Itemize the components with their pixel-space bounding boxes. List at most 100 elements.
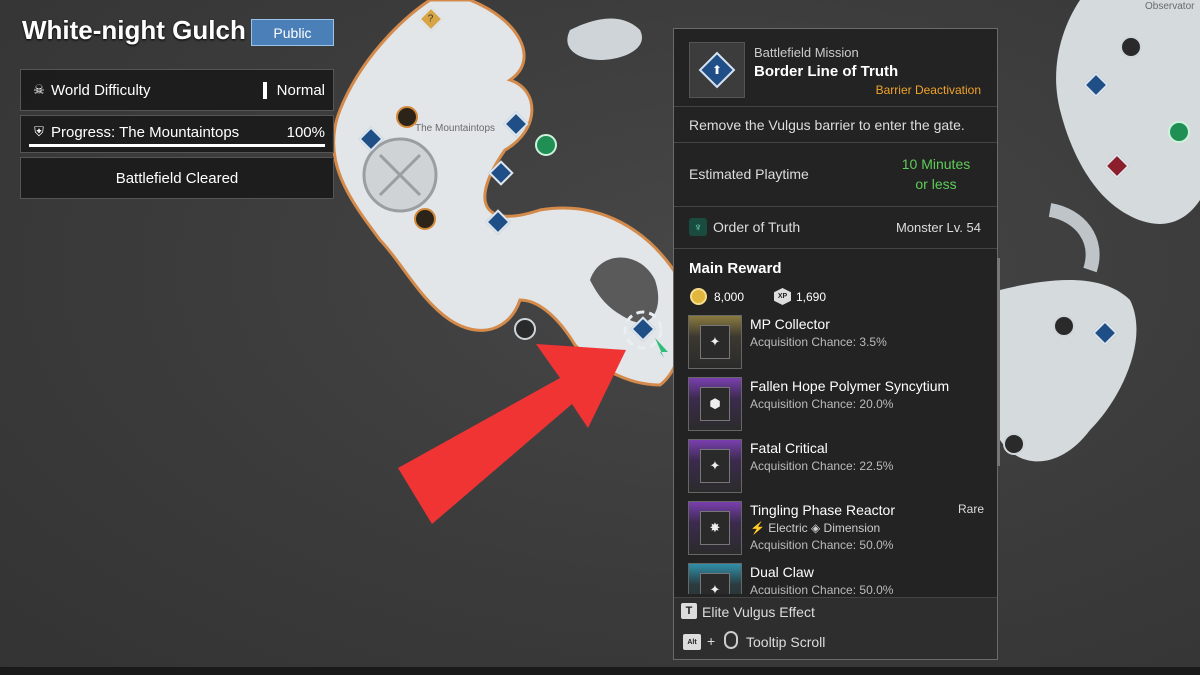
green-teleport-icon[interactable] bbox=[1168, 121, 1190, 143]
mission-marker-icon[interactable] bbox=[358, 126, 384, 152]
tooltip-scroll-hint: Tooltip Scroll bbox=[746, 634, 826, 650]
gold-reward: 8,000 bbox=[714, 290, 745, 304]
difficulty-indicator bbox=[263, 82, 267, 99]
terrain-east bbox=[1056, 0, 1200, 224]
progress-bar-fill bbox=[29, 144, 325, 147]
mouse-wheel-icon bbox=[724, 631, 738, 649]
waypoint-icon[interactable] bbox=[1120, 36, 1142, 58]
module-icon: ✦ bbox=[700, 449, 730, 483]
battlefield-cleared-button[interactable]: Battlefield Cleared bbox=[20, 157, 334, 199]
outpost-icon[interactable] bbox=[396, 106, 418, 128]
reward-name: Fallen Hope Polymer Syncytium bbox=[750, 378, 950, 394]
mission-name: Border Line of Truth bbox=[754, 63, 899, 80]
reward-tags: ⚡ Electric ◈ Dimension bbox=[750, 521, 880, 535]
region-title: White-night Gulch bbox=[22, 15, 246, 45]
mission-header: ⬆ Battlefield Mission Border Line of Tru… bbox=[674, 29, 997, 107]
reward-thumbnail: ✦ bbox=[688, 315, 742, 369]
xp-icon: XP bbox=[774, 288, 791, 305]
key-t-icon: T bbox=[681, 603, 697, 619]
reward-list[interactable]: ✦ MP Collector Acquisition Chance: 3.5% ⬢ Fa… bbox=[688, 314, 988, 594]
outpost-icon[interactable] bbox=[414, 208, 436, 230]
reward-item[interactable]: ✦ MP Collector Acquisition Chance: 3.5% bbox=[688, 314, 988, 376]
reward-thumbnail: ✸ bbox=[688, 501, 742, 555]
hostile-marker-icon[interactable] bbox=[1104, 153, 1130, 179]
playtime-value-line1: 10 Minutes bbox=[901, 156, 971, 172]
reward-item[interactable]: ✸ Tingling Phase Reactor Rare ⚡ Electric ◈ … bbox=[688, 500, 988, 562]
visibility-toggle-button[interactable]: Public bbox=[251, 19, 334, 46]
reward-thumbnail: ✦ bbox=[688, 439, 742, 493]
game-screen: The Mountaintops Observator ? White-nigh… bbox=[0, 0, 1200, 675]
reward-thumbnail: ⬢ bbox=[688, 377, 742, 431]
faction-name: Order of Truth bbox=[713, 219, 801, 235]
world-difficulty-row[interactable]: ☠ World Difficulty Normal bbox=[20, 69, 334, 111]
faction-icon: ♆ bbox=[689, 218, 707, 236]
reactor-icon: ✸ bbox=[700, 511, 730, 545]
reward-item[interactable]: ✦ Fatal Critical Acquisition Chance: 22.5% bbox=[688, 438, 988, 500]
reward-acquisition-chance: Acquisition Chance: 22.5% bbox=[750, 459, 894, 473]
reward-name: MP Collector bbox=[750, 316, 830, 332]
mission-type-icon: ⬆ bbox=[689, 42, 745, 98]
mission-marker-icon[interactable] bbox=[1083, 72, 1109, 98]
path-road bbox=[1048, 203, 1100, 273]
reward-rarity: Rare bbox=[957, 502, 984, 516]
playtime-value-line2: or less bbox=[915, 176, 957, 192]
reward-name: Fatal Critical bbox=[750, 440, 828, 456]
reward-acquisition-chance: Acquisition Chance: 3.5% bbox=[750, 335, 887, 349]
xp-reward: 1,690 bbox=[796, 290, 827, 304]
reward-name: Dual Claw bbox=[750, 564, 814, 580]
mission-marker-icon[interactable] bbox=[503, 111, 529, 137]
difficulty-label: World Difficulty bbox=[51, 82, 151, 99]
progress-row: ⛨ Progress: The Mountaintops 100% bbox=[20, 115, 334, 153]
bottom-strip bbox=[0, 667, 1200, 675]
reward-thumbnail: ✦ bbox=[688, 563, 742, 594]
reward-tag: Electric bbox=[768, 521, 808, 535]
divider bbox=[674, 206, 997, 207]
reward-item[interactable]: ⬢ Fallen Hope Polymer Syncytium Acquisitio… bbox=[688, 376, 988, 438]
mission-marker-icon[interactable] bbox=[1092, 320, 1118, 346]
material-icon: ⬢ bbox=[700, 387, 730, 421]
electric-icon: ⚡ bbox=[750, 521, 769, 535]
reward-acquisition-chance: Acquisition Chance: 50.0% bbox=[750, 538, 894, 552]
monster-level: Monster Lv. 54 bbox=[895, 220, 981, 235]
tooltip-scrollbar[interactable] bbox=[997, 258, 1000, 466]
reward-item[interactable]: ✦ Dual Claw Acquisition Chance: 50.0% bbox=[688, 562, 988, 594]
mission-type: Battlefield Mission bbox=[754, 45, 859, 60]
module-icon: ✦ bbox=[700, 325, 730, 359]
waypoint-icon[interactable] bbox=[514, 318, 536, 340]
difficulty-value: Normal bbox=[276, 82, 325, 99]
key-alt-icon: Alt bbox=[683, 634, 701, 650]
mission-description: Remove the Vulgus barrier to enter the g… bbox=[689, 117, 965, 133]
annotation-red-arrow bbox=[398, 344, 626, 524]
dimension-icon: ◈ bbox=[807, 521, 824, 535]
progress-value: 100% bbox=[286, 124, 325, 141]
map-area-label: The Mountaintops bbox=[415, 123, 495, 134]
progress-bar bbox=[29, 144, 325, 147]
terrain-bridge bbox=[567, 18, 642, 60]
module-icon: ✦ bbox=[700, 573, 730, 594]
reward-acquisition-chance: Acquisition Chance: 50.0% bbox=[750, 583, 894, 594]
tooltip-footer: T Elite Vulgus Effect Alt + Tooltip Scro… bbox=[674, 597, 997, 659]
reward-name: Tingling Phase Reactor bbox=[750, 502, 896, 518]
divider bbox=[674, 248, 997, 249]
reward-acquisition-chance: Acquisition Chance: 20.0% bbox=[750, 397, 894, 411]
green-teleport-icon[interactable] bbox=[535, 134, 557, 156]
plus-sign: + bbox=[707, 633, 716, 649]
progress-label: Progress: The Mountaintops bbox=[51, 124, 240, 141]
elite-vulgus-effect-hint: Elite Vulgus Effect bbox=[702, 604, 815, 620]
unknown-quest-icon[interactable]: ? bbox=[418, 6, 444, 32]
waypoint-icon[interactable] bbox=[1003, 433, 1025, 455]
reward-tag: Dimension bbox=[823, 521, 881, 535]
mission-subtitle: Barrier Deactivation bbox=[875, 83, 981, 97]
mission-tooltip: ⬆ Battlefield Mission Border Line of Tru… bbox=[673, 28, 998, 660]
waypoint-icon[interactable] bbox=[1053, 315, 1075, 337]
mission-marker-icon[interactable] bbox=[485, 209, 511, 235]
playtime-label: Estimated Playtime bbox=[689, 166, 809, 182]
shield-icon: ⛨ bbox=[34, 124, 44, 139]
map-corner-label: Observator bbox=[1145, 1, 1195, 12]
divider bbox=[674, 142, 997, 143]
gold-coin-icon bbox=[690, 288, 707, 305]
difficulty-skull-icon: ☠ bbox=[33, 82, 45, 97]
selected-mission-icon[interactable] bbox=[630, 316, 656, 342]
mission-marker-icon[interactable] bbox=[488, 160, 514, 186]
reward-title: Main Reward bbox=[689, 260, 782, 277]
